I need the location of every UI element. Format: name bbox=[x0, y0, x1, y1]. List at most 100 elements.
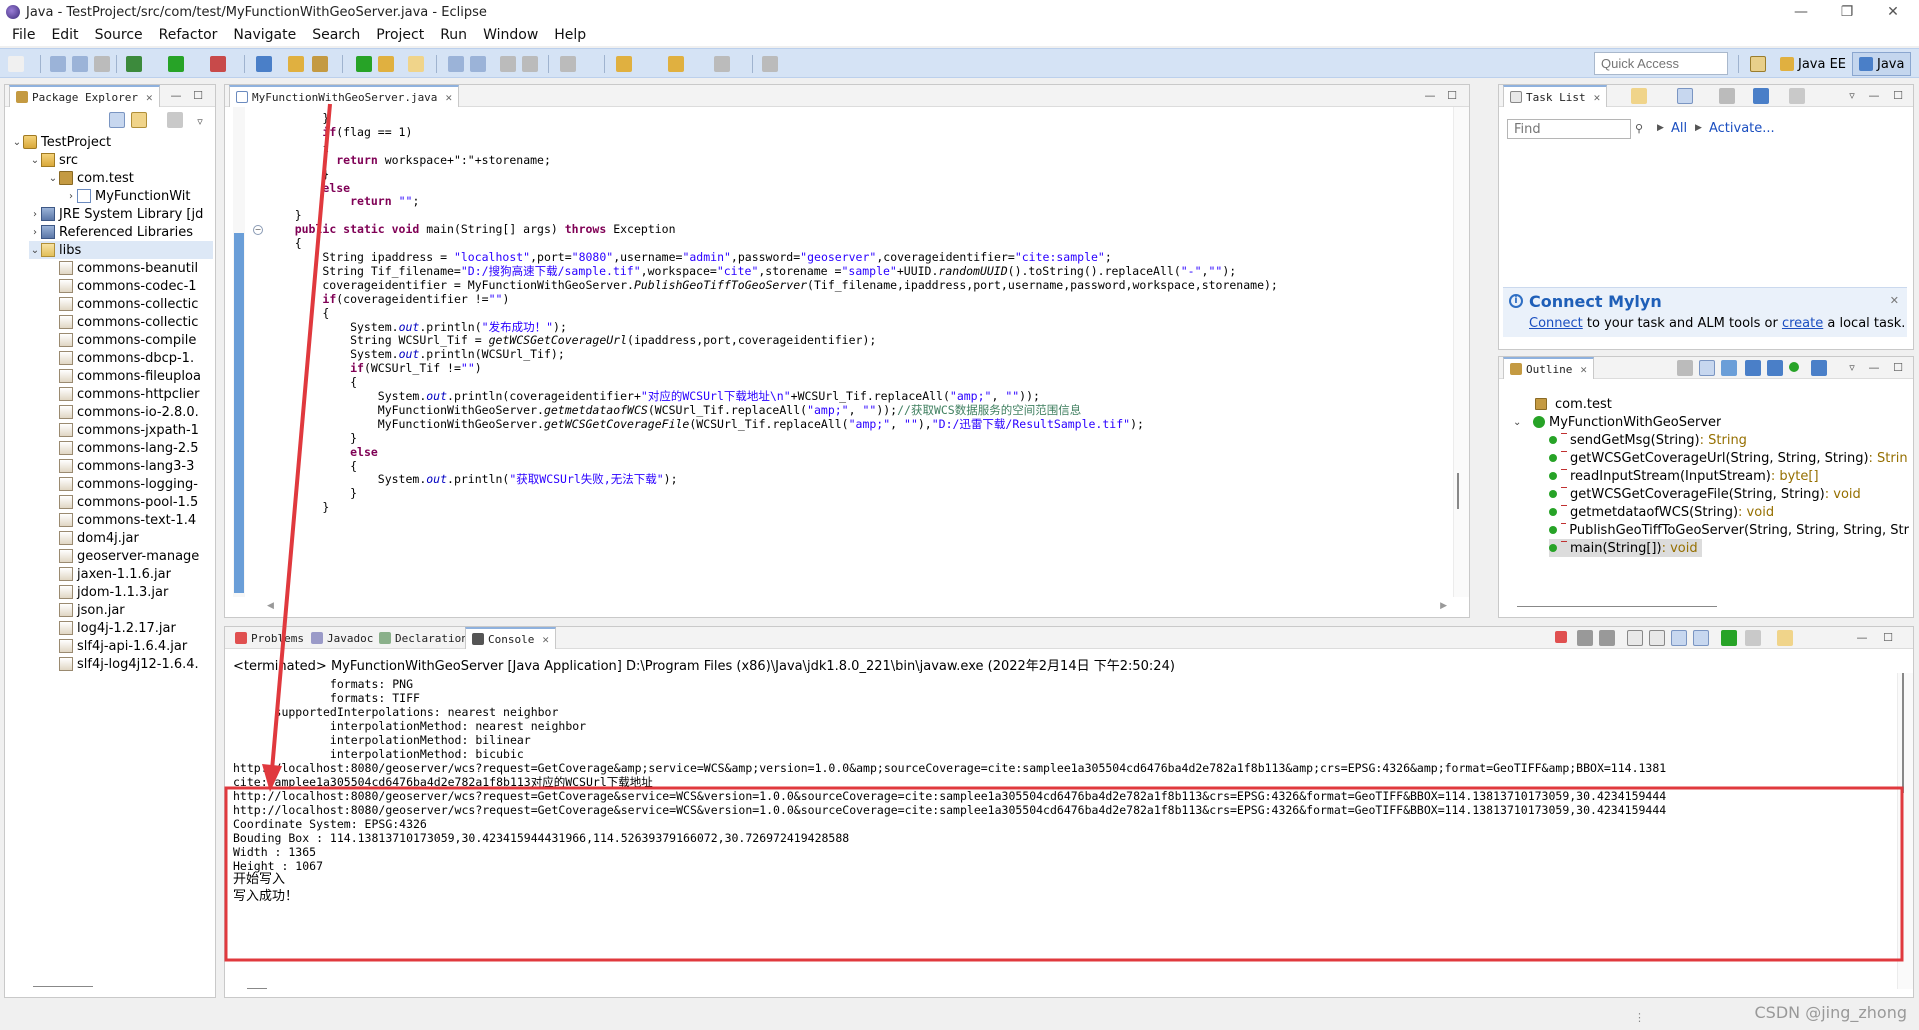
quick-access-input[interactable] bbox=[1594, 52, 1728, 75]
close-icon[interactable]: ✕ bbox=[1580, 363, 1587, 376]
skip-breakpoints-icon[interactable] bbox=[256, 56, 272, 72]
hide-local-types-icon[interactable] bbox=[1811, 360, 1827, 376]
chevron-down-icon[interactable]: ⌄ bbox=[11, 137, 23, 148]
tree-item[interactable]: jdom-1.1.3.jar bbox=[47, 583, 213, 601]
view-menu-icon[interactable]: ▿ bbox=[1845, 90, 1859, 102]
maximize-view-icon[interactable]: ☐ bbox=[1445, 90, 1459, 102]
new-package-icon[interactable] bbox=[312, 56, 328, 72]
debug-icon[interactable] bbox=[126, 56, 142, 72]
focus-icon[interactable] bbox=[167, 112, 183, 128]
menu-file[interactable]: File bbox=[4, 27, 43, 43]
tree-item[interactable]: › JRE System Library [jd bbox=[29, 205, 213, 223]
categorized-icon[interactable] bbox=[1677, 88, 1693, 104]
chevron-right-icon[interactable]: › bbox=[65, 191, 77, 202]
tab-declaration[interactable]: Declaration bbox=[373, 627, 474, 649]
forward-history-icon[interactable] bbox=[714, 56, 730, 72]
outline-method-row[interactable]: getWCSGetCoverageFile(String, String) : … bbox=[1549, 485, 1909, 503]
connect-link[interactable]: Connect bbox=[1529, 316, 1583, 331]
tree-item[interactable]: log4j-1.2.17.jar bbox=[47, 619, 213, 637]
tree-item[interactable]: jaxen-1.1.6.jar bbox=[47, 565, 213, 583]
perspective-java-ee[interactable]: Java EE bbox=[1774, 52, 1852, 76]
maximize-view-icon[interactable]: ☐ bbox=[1891, 90, 1905, 102]
minimize-view-icon[interactable]: — bbox=[1867, 90, 1881, 102]
menu-refactor[interactable]: Refactor bbox=[151, 27, 226, 43]
tree-item[interactable]: commons-pool-1.5 bbox=[47, 493, 213, 511]
print-icon[interactable] bbox=[94, 56, 110, 72]
outline-method-row[interactable]: PublishGeoTiffToGeoServer(String, String… bbox=[1549, 521, 1909, 539]
create-link[interactable]: create bbox=[1782, 316, 1823, 331]
close-icon[interactable]: ✕ bbox=[445, 91, 452, 104]
vertical-scrollbar[interactable] bbox=[1453, 107, 1469, 597]
save-all-icon[interactable] bbox=[72, 56, 88, 72]
chevron-down-icon[interactable]: ⌄ bbox=[1513, 417, 1525, 428]
open-perspective-icon[interactable] bbox=[1750, 56, 1766, 72]
view-menu-icon[interactable]: ▿ bbox=[1845, 362, 1859, 374]
vertical-scrollbar[interactable] bbox=[1897, 673, 1913, 989]
tab-myfunctionwithgeoserver-java[interactable]: MyFunctionWithGeoServer.java ✕ bbox=[229, 85, 460, 107]
minimize-view-icon[interactable]: — bbox=[169, 90, 183, 102]
tree-item[interactable]: commons-collectic bbox=[47, 295, 213, 313]
new-icon[interactable] bbox=[8, 56, 24, 72]
outline-method-row[interactable]: main(String[]) : void bbox=[1549, 539, 1702, 557]
close-icon[interactable]: ✕ bbox=[1594, 91, 1601, 104]
last-edit-icon[interactable] bbox=[560, 56, 576, 72]
minimize-view-icon[interactable]: — bbox=[1855, 632, 1869, 644]
save-icon[interactable] bbox=[50, 56, 66, 72]
close-button[interactable]: ✕ bbox=[1870, 0, 1916, 24]
terminate-icon[interactable] bbox=[1555, 631, 1567, 643]
new-java-project-icon[interactable] bbox=[288, 56, 304, 72]
word-wrap-icon[interactable] bbox=[1671, 630, 1687, 646]
tree-item[interactable]: commons-collectic bbox=[47, 313, 213, 331]
chevron-down-icon[interactable]: ⌄ bbox=[29, 245, 41, 256]
run-icon[interactable] bbox=[168, 56, 184, 72]
chevron-right-icon[interactable]: › bbox=[29, 209, 41, 220]
fold-icon[interactable]: − bbox=[253, 225, 263, 235]
run-external-icon[interactable] bbox=[210, 56, 226, 72]
collapse-all-icon[interactable] bbox=[109, 112, 125, 128]
outline-method-row[interactable]: getmetdataofWCS(String) : void bbox=[1549, 503, 1909, 521]
close-icon[interactable]: ✕ bbox=[542, 633, 549, 646]
horizontal-scrollbar[interactable] bbox=[33, 986, 93, 987]
menu-run[interactable]: Run bbox=[432, 27, 475, 43]
tab-package-explorer[interactable]: Package Explorer ✕ bbox=[9, 85, 160, 107]
minimize-view-icon[interactable]: — bbox=[1423, 90, 1437, 102]
hide-static-icon[interactable] bbox=[1767, 360, 1783, 376]
all-link[interactable]: All bbox=[1671, 121, 1687, 136]
maximize-view-icon[interactable]: ☐ bbox=[1891, 362, 1905, 374]
new-class-icon[interactable] bbox=[356, 56, 372, 72]
tab-problems[interactable]: Problems bbox=[229, 627, 310, 649]
close-icon[interactable]: ✕ bbox=[146, 91, 153, 104]
tree-item[interactable]: ⌄ TestProject bbox=[11, 133, 213, 151]
close-icon[interactable]: ✕ bbox=[1890, 294, 1899, 307]
next-annotation-icon[interactable] bbox=[448, 56, 464, 72]
display-console-icon[interactable] bbox=[1745, 630, 1761, 646]
task-find-input[interactable] bbox=[1507, 119, 1631, 139]
link-with-editor-icon[interactable] bbox=[131, 112, 147, 128]
menu-navigate[interactable]: Navigate bbox=[225, 27, 304, 43]
hide-fields-icon[interactable] bbox=[1745, 360, 1761, 376]
scrollbar-thumb[interactable] bbox=[1902, 673, 1910, 793]
menu-source[interactable]: Source bbox=[87, 27, 151, 43]
maximize-button[interactable]: ❐ bbox=[1824, 0, 1870, 24]
hide-non-public-icon[interactable] bbox=[1789, 362, 1799, 372]
prev-annotation-icon[interactable] bbox=[470, 56, 486, 72]
horizontal-scrollbar[interactable] bbox=[1517, 606, 1717, 607]
outline-class-row[interactable]: ⌄ MyFunctionWithGeoServer bbox=[1513, 413, 1721, 431]
tab-javadoc[interactable]: Javadoc bbox=[305, 627, 379, 649]
tree-item[interactable]: ⌄ libs bbox=[29, 241, 213, 259]
tree-item[interactable]: › MyFunctionWit bbox=[65, 187, 213, 205]
open-type-icon[interactable] bbox=[378, 56, 394, 72]
outline-package-row[interactable]: com.test bbox=[1535, 395, 1612, 413]
focus-icon[interactable] bbox=[1677, 360, 1693, 376]
forward-icon[interactable] bbox=[668, 56, 684, 72]
tree-item[interactable]: json.jar bbox=[47, 601, 213, 619]
view-menu-icon[interactable]: ▿ bbox=[193, 116, 207, 128]
console-output[interactable]: formats: PNG formats: TIFF supportedInte… bbox=[233, 673, 1893, 981]
tree-item[interactable]: ⌄ src bbox=[29, 151, 213, 169]
tab-console[interactable]: Console ✕ bbox=[465, 627, 556, 649]
menu-project[interactable]: Project bbox=[368, 27, 432, 43]
tree-item[interactable]: ⌄ com.test bbox=[47, 169, 213, 187]
remove-launch-icon[interactable] bbox=[1577, 630, 1593, 646]
tree-item[interactable]: › Referenced Libraries bbox=[29, 223, 213, 241]
code-area[interactable]: } if(flag == 1) { return workspace+":"+s… bbox=[267, 111, 1437, 597]
